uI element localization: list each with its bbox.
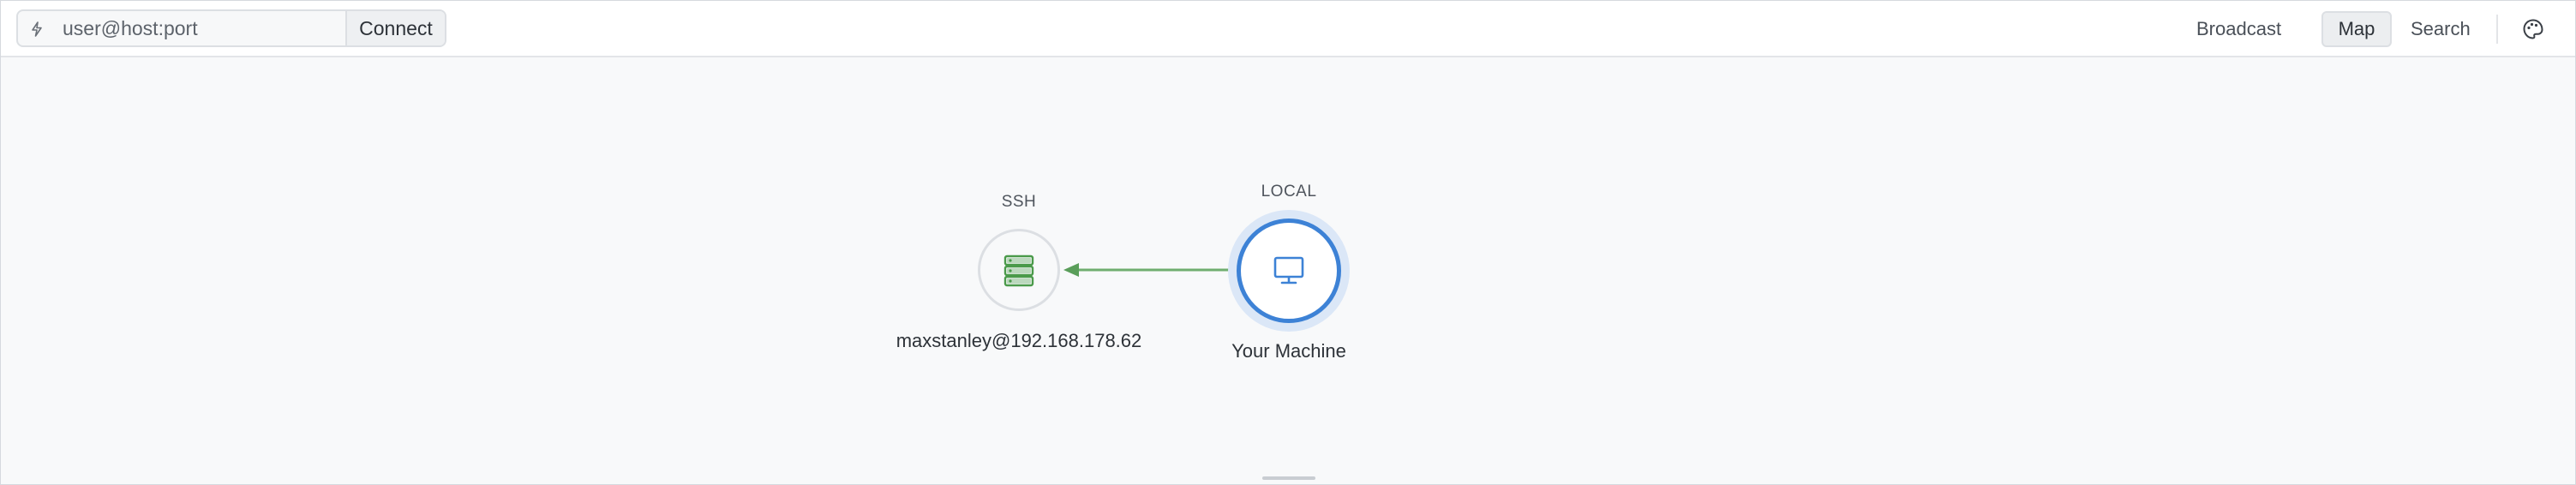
top-toolbar: Connect Broadcast Map Search	[1, 1, 2575, 57]
network-map: SSH maxstanley@192.168.178.62 LOCAL Your…	[1, 57, 2575, 484]
palette-icon[interactable]	[2522, 18, 2544, 40]
monitor-icon	[1273, 256, 1304, 284]
lightning-icon	[32, 21, 42, 37]
server-icon	[1003, 254, 1034, 287]
nav-broadcast[interactable]: Broadcast	[2184, 11, 2293, 47]
app-window: Connect Broadcast Map Search SSH	[0, 0, 2576, 485]
connect-button[interactable]: Connect	[345, 11, 445, 45]
connection-input[interactable]	[63, 11, 357, 45]
local-node-type-label: LOCAL	[1261, 183, 1317, 201]
connect-bar: Connect	[16, 9, 446, 47]
local-node-name: Your Machine	[1231, 340, 1346, 362]
ssh-node-name: maxstanley@192.168.178.62	[896, 330, 1142, 351]
ssh-node-type-label: SSH	[1001, 193, 1037, 211]
nav-search[interactable]: Search	[2399, 11, 2483, 47]
ssh-node[interactable]	[978, 229, 1060, 311]
local-node[interactable]	[1237, 219, 1341, 323]
panel-resize-handle[interactable]	[1262, 476, 1315, 480]
toolbar-divider	[2496, 15, 2498, 44]
edge-arrowhead	[1063, 263, 1079, 277]
nav-map[interactable]: Map	[2321, 11, 2392, 47]
